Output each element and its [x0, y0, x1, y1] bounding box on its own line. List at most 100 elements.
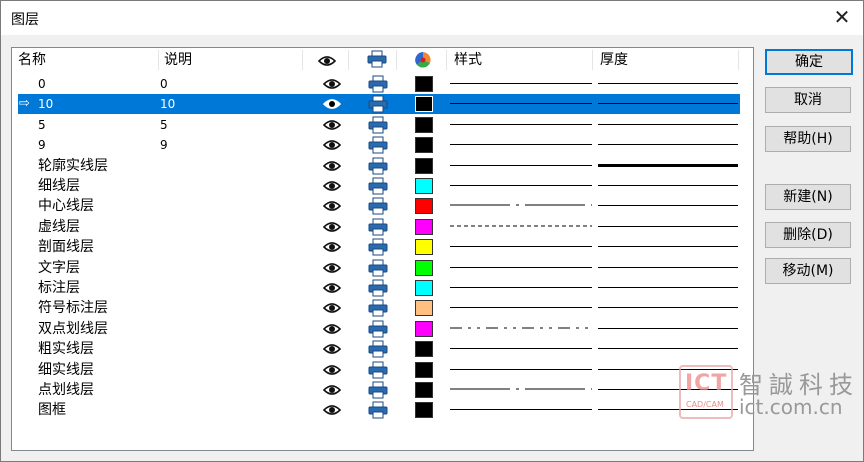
layer-row[interactable]: 细线层 [18, 176, 740, 196]
line-style-preview [450, 123, 592, 125]
eye-icon[interactable] [322, 97, 342, 115]
line-thickness-preview [598, 225, 738, 227]
layer-row[interactable]: 中心线层 [18, 196, 740, 216]
color-swatch[interactable] [415, 341, 433, 358]
layer-row[interactable]: 虚线层 [18, 217, 740, 237]
help-button[interactable]: 帮助(H) [765, 126, 851, 152]
layer-name: 轮廓实线层 [38, 157, 108, 174]
column-header-name[interactable]: 名称 [18, 48, 46, 72]
column-divider[interactable] [396, 50, 397, 70]
column-divider[interactable] [446, 50, 447, 70]
layer-row[interactable]: 剖面线层 [18, 237, 740, 257]
line-style-preview [450, 225, 592, 227]
ok-button[interactable]: 确定 [765, 49, 853, 75]
line-style-preview [450, 266, 592, 268]
color-swatch[interactable] [415, 137, 433, 154]
layer-name: 剖面线层 [38, 239, 94, 256]
watermark: ICT CAD/CAM 智誠科技 ict.com.cn [679, 365, 861, 421]
layer-name: 粗实线层 [38, 341, 94, 358]
color-swatch[interactable] [415, 259, 433, 276]
watermark-logo: ICT CAD/CAM [679, 365, 733, 419]
column-divider[interactable] [302, 50, 303, 70]
layer-row[interactable]: 文字层 [18, 258, 740, 278]
column-header-visible-eye-icon[interactable] [317, 52, 337, 76]
eye-icon[interactable] [322, 281, 342, 299]
eye-icon[interactable] [322, 301, 342, 319]
line-style-preview [450, 368, 592, 370]
column-divider[interactable] [738, 50, 739, 70]
line-style-preview [450, 185, 592, 186]
layer-row[interactable]: 图框 [18, 400, 740, 420]
layer-description: 0 [160, 77, 168, 91]
color-swatch[interactable] [415, 320, 433, 337]
color-swatch[interactable] [415, 361, 433, 378]
layer-name: 细线层 [38, 178, 80, 194]
line-thickness-preview [598, 266, 738, 268]
eye-icon[interactable] [322, 342, 342, 360]
eye-icon[interactable] [322, 363, 342, 381]
eye-icon[interactable] [322, 138, 342, 156]
color-swatch[interactable] [415, 402, 433, 419]
close-icon[interactable]: ✕ [829, 5, 855, 31]
printer-icon[interactable] [368, 401, 388, 423]
layer-row[interactable]: 双点划线层 [18, 319, 740, 339]
layer-row[interactable]: 00 [18, 74, 740, 94]
eye-icon[interactable] [322, 383, 342, 401]
layer-row[interactable]: ⇨ 10 10 [18, 94, 740, 115]
layer-name: 9 [38, 138, 46, 153]
layer-row[interactable]: 粗实线层 [18, 339, 740, 359]
eye-icon[interactable] [322, 240, 342, 258]
color-swatch[interactable] [415, 218, 433, 235]
column-header-style[interactable]: 样式 [454, 48, 482, 72]
column-header-print-printer-icon[interactable] [367, 50, 387, 74]
cancel-button[interactable]: 取消 [765, 87, 851, 113]
color-swatch[interactable] [415, 96, 433, 113]
layer-row[interactable]: 55 [18, 115, 740, 135]
eye-icon[interactable] [322, 118, 342, 136]
layer-row[interactable]: 99 [18, 135, 740, 155]
color-swatch[interactable] [415, 116, 433, 133]
list-header: 名称 说明 样式 厚度 [12, 48, 753, 72]
current-layer-arrow-icon: ⇨ [19, 96, 30, 112]
eye-icon[interactable] [322, 159, 342, 177]
layer-name: 中心线层 [38, 198, 94, 215]
color-swatch[interactable] [415, 157, 433, 174]
color-swatch[interactable] [415, 300, 433, 317]
new-layer-button[interactable]: 新建(N) [765, 184, 851, 210]
eye-icon[interactable] [322, 220, 342, 238]
eye-icon[interactable] [322, 403, 342, 421]
layer-name: 图框 [38, 402, 66, 419]
color-swatch[interactable] [415, 76, 433, 92]
column-header-thickness[interactable]: 厚度 [600, 48, 628, 72]
eye-icon[interactable] [322, 179, 342, 197]
layer-row[interactable]: 符号标注层 [18, 298, 740, 318]
line-style-preview [450, 307, 592, 309]
layer-row[interactable]: 细实线层 [18, 360, 740, 380]
column-header-desc[interactable]: 说明 [164, 48, 192, 72]
eye-icon[interactable] [322, 261, 342, 279]
move-layer-button[interactable]: 移动(M) [765, 258, 851, 284]
column-divider[interactable] [158, 50, 159, 70]
eye-icon[interactable] [322, 199, 342, 217]
layer-name: 标注层 [38, 280, 80, 296]
column-divider[interactable] [348, 50, 349, 70]
layer-row[interactable]: 轮廓实线层 [18, 156, 740, 176]
color-swatch[interactable] [415, 239, 433, 256]
color-swatch[interactable] [415, 198, 433, 215]
eye-icon[interactable] [322, 77, 342, 95]
line-style-preview [450, 164, 592, 166]
color-swatch[interactable] [415, 178, 433, 194]
color-swatch[interactable] [415, 382, 433, 398]
layer-list[interactable]: 名称 说明 样式 厚度 0 0 ⇨ 10 10 5 5 9 9 轮廓实线层 细线层 中心线层 虚线层 剖面… [11, 47, 754, 451]
layer-row[interactable]: 点划线层 [18, 380, 740, 400]
delete-layer-button[interactable]: 删除(D) [765, 222, 851, 248]
line-style-preview [450, 144, 592, 146]
eye-icon[interactable] [322, 322, 342, 340]
line-thickness-preview [598, 246, 738, 248]
color-swatch[interactable] [415, 280, 433, 296]
line-thickness-preview [598, 205, 738, 207]
layer-row[interactable]: 标注层 [18, 278, 740, 298]
column-header-color-wheel-icon[interactable] [415, 52, 431, 76]
column-divider[interactable] [592, 50, 593, 70]
layer-name: 10 [38, 97, 54, 112]
